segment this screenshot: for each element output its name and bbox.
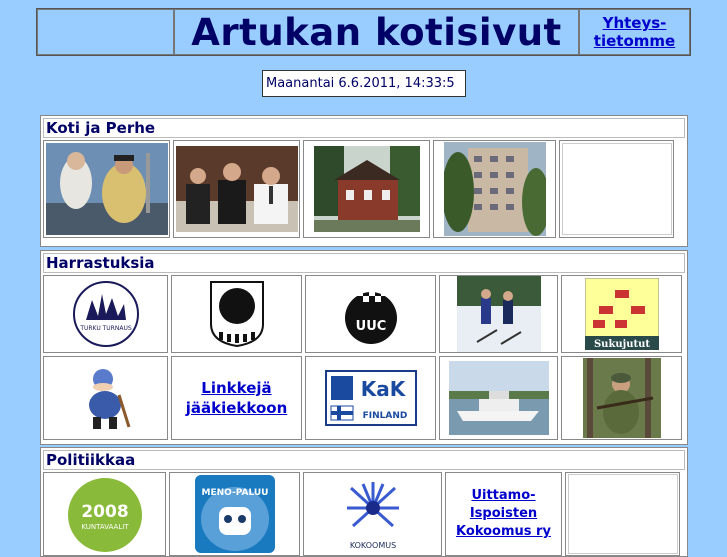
section-title-home: Koti ja Perhe <box>43 118 685 138</box>
empty-tile <box>559 140 674 238</box>
kokoomus-tile[interactable]: KOKOOMUS <box>303 472 442 556</box>
election-2008-tile[interactable]: 2008 KUNTAVAALIT <box>43 472 166 556</box>
house-photo-tile[interactable] <box>303 140 430 238</box>
contact-link-line2: tietomme <box>593 32 676 50</box>
section-home-family: Koti ja Perhe <box>40 115 688 247</box>
site-header: Artukan kotisivut Yhteys- tietomme <box>36 8 691 56</box>
hobbies-row-2: Linkkejä jääkiekkoon KaK FINLAND <box>43 356 685 440</box>
hunting-photo-tile[interactable] <box>561 356 682 440</box>
meno-paluu-logo: MENO-PALUU <box>194 475 275 553</box>
party-link-tile: Uittamo- Ispoisten Kokoomus ry <box>445 472 562 556</box>
apartment-photo <box>443 142 546 236</box>
family-photo-boat <box>45 143 168 235</box>
kokoomus-text: KOKOOMUS <box>349 541 395 550</box>
section-title-hobbies: Harrastuksia <box>43 253 685 273</box>
hockey-mascot-icon <box>88 369 130 429</box>
kak-logo: KaK FINLAND <box>324 370 417 426</box>
kak-logo-sub: FINLAND <box>362 411 407 421</box>
uuc-logo-text: UUC <box>355 319 386 334</box>
meno-paluu-text: MENO-PALUU <box>201 488 268 498</box>
hockey-links-tile: Linkkejä jääkiekkoon <box>171 356 302 440</box>
family-photo-tile[interactable] <box>43 140 170 238</box>
hockey-link-line2: jääkiekkoon <box>185 399 288 417</box>
sukujutut-text: Sukujutut <box>593 339 649 350</box>
uuc-tile[interactable]: UUC <box>305 275 436 353</box>
boat-photo-tile[interactable] <box>439 356 558 440</box>
party-association-link[interactable]: Uittamo- Ispoisten Kokoomus ry <box>456 487 551 541</box>
club-crest-tile[interactable] <box>171 275 302 353</box>
page-title: Artukan kotisivut <box>174 9 579 55</box>
election-2008-badge: 2008 KUNTAVAALIT <box>67 478 142 552</box>
skiing-photo <box>456 276 541 352</box>
uuc-logo: UUC <box>344 290 397 344</box>
family-photo-tile[interactable] <box>173 140 300 238</box>
contact-cell: Yhteys- tietomme <box>579 9 690 55</box>
turku-turnaus-tile[interactable]: TURKU TURNAUS <box>43 275 168 353</box>
turku-turnaus-logo: TURKU TURNAUS <box>72 281 139 347</box>
hockey-links-link[interactable]: Linkkejä jääkiekkoon <box>186 378 288 418</box>
house-photo-red <box>313 146 420 232</box>
home-photo-row <box>43 140 685 238</box>
club-crest-icon <box>209 281 264 348</box>
section-politics: Politiikkaa 2008 KUNTAVAALIT MENO-PALUU <box>40 447 688 557</box>
politics-row: 2008 KUNTAVAALIT MENO-PALUU KOKOOMUS Uit… <box>43 472 685 556</box>
section-title-politics: Politiikkaa <box>43 450 685 470</box>
party-link-line1: Uittamo- <box>471 488 536 503</box>
skiing-photo-tile[interactable] <box>439 275 558 353</box>
hunting-photo <box>582 358 661 438</box>
kak-logo-text: KaK <box>360 377 406 401</box>
boat-photo <box>448 361 549 435</box>
badge-2008-sub: KUNTAVAALIT <box>81 523 129 531</box>
party-link-line3: Kokoomus ry <box>456 524 551 539</box>
empty-tile <box>565 472 680 556</box>
sukujutut-logo: Sukujutut <box>584 278 659 350</box>
apartment-photo-tile[interactable] <box>433 140 556 238</box>
sukujutut-tile[interactable]: Sukujutut <box>561 275 682 353</box>
section-hobbies: Harrastuksia TURKU TURNAUS UUC Sukujutut… <box>40 250 688 445</box>
hobbies-row-1: TURKU TURNAUS UUC Sukujutut <box>43 275 685 353</box>
hockey-mascot-tile[interactable] <box>43 356 168 440</box>
meno-paluu-tile[interactable]: MENO-PALUU <box>169 472 300 556</box>
family-photo-men <box>175 146 298 232</box>
header-left-cell <box>37 9 174 55</box>
empty-frame <box>561 143 672 235</box>
contact-link[interactable]: Yhteys- tietomme <box>594 14 675 50</box>
party-link-line2: Ispoisten <box>469 506 538 521</box>
contact-link-line1: Yhteys- <box>602 14 667 32</box>
badge-2008-text: 2008 <box>81 502 128 522</box>
turku-logo-text: TURKU TURNAUS <box>79 325 132 332</box>
kokoomus-logo: KOKOOMUS <box>346 482 399 550</box>
empty-frame <box>567 474 678 554</box>
kak-tile[interactable]: KaK FINLAND <box>305 356 436 440</box>
hockey-link-line1: Linkkejä <box>201 379 272 397</box>
date-time-display: Maanantai 6.6.2011, 14:33:5 <box>262 70 466 97</box>
